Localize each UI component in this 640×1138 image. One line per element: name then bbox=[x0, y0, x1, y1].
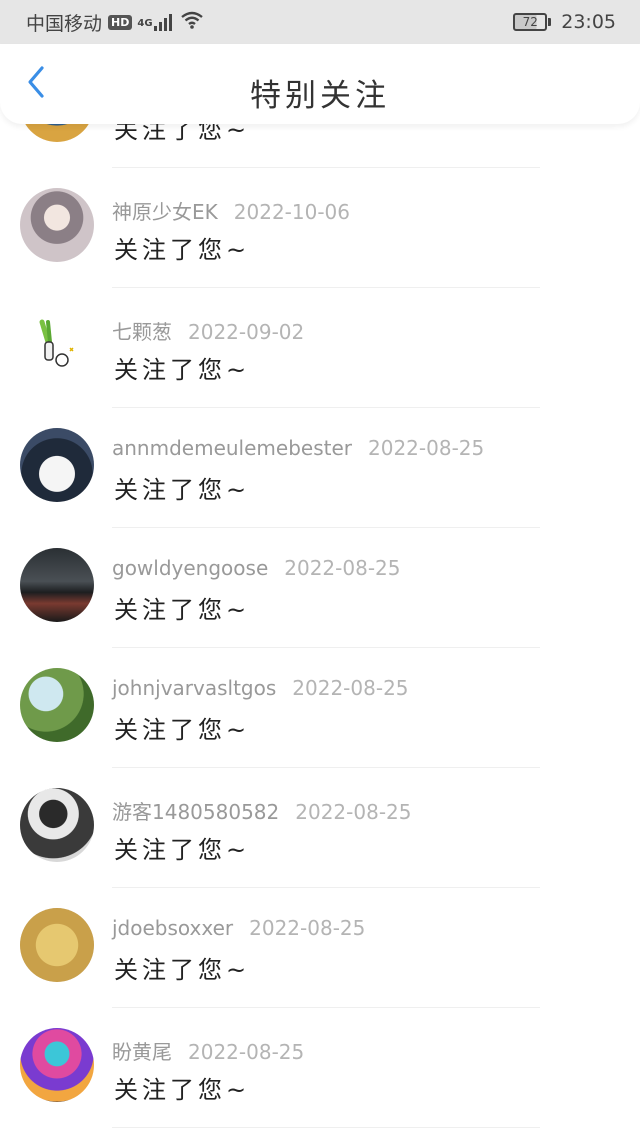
follow-date: 2022-08-25 bbox=[368, 436, 485, 460]
user-name[interactable]: 七颗葱 bbox=[112, 316, 172, 345]
item-message: 关注了您~ bbox=[114, 476, 251, 504]
status-bar: 中国移动 HD 4G 72 23:05 bbox=[0, 0, 640, 44]
item-message: 关注了您~ bbox=[114, 956, 251, 984]
list-item[interactable]: annmdemeulemebester 2022-08-25 关注了您~ bbox=[0, 408, 640, 528]
list-item[interactable]: 七颗葱 2022-09-02 关注了您~ bbox=[0, 288, 640, 408]
list-item[interactable]: 盼黄尾 2022-08-25 关注了您~ bbox=[0, 1008, 640, 1128]
avatar[interactable] bbox=[20, 428, 94, 502]
avatar[interactable] bbox=[20, 908, 94, 982]
follow-date: 2022-08-25 bbox=[188, 1040, 305, 1064]
item-message: 关注了您~ bbox=[114, 356, 251, 384]
list-item[interactable]: jdoebsoxxer 2022-08-25 关注了您~ bbox=[0, 888, 640, 1008]
follow-list: 关注了您~ 神原少女EK 2022-10-06 关注了您~ 七颗葱 2022-0… bbox=[0, 70, 640, 1138]
list-item[interactable]: 神原少女EK 2022-10-06 关注了您~ bbox=[0, 168, 640, 288]
battery-level: 72 bbox=[513, 13, 548, 31]
avatar[interactable] bbox=[20, 548, 94, 622]
list-item[interactable]: 游客1480580582 2022-08-25 关注了您~ bbox=[0, 768, 640, 888]
user-name[interactable]: annmdemeulemebester bbox=[112, 436, 352, 460]
hd-badge: HD bbox=[108, 14, 133, 30]
item-message: 关注了您~ bbox=[114, 236, 251, 264]
carrier-label: 中国移动 bbox=[26, 12, 103, 35]
follow-date: 2022-08-25 bbox=[292, 676, 409, 700]
wifi-icon bbox=[180, 11, 204, 34]
page-title: 特别关注 bbox=[250, 78, 390, 114]
follow-date: 2022-08-25 bbox=[249, 916, 366, 940]
user-name[interactable]: 游客1480580582 bbox=[112, 796, 279, 825]
user-name[interactable]: 盼黄尾 bbox=[112, 1036, 172, 1065]
avatar[interactable] bbox=[20, 788, 94, 862]
avatar[interactable] bbox=[20, 188, 94, 262]
battery-icon: 72 bbox=[513, 13, 552, 31]
avatar[interactable] bbox=[20, 308, 94, 382]
user-name[interactable]: gowldyengoose bbox=[112, 556, 268, 580]
avatar[interactable] bbox=[20, 668, 94, 742]
list-item[interactable]: gowldyengoose 2022-08-25 关注了您~ bbox=[0, 528, 640, 648]
follow-date: 2022-09-02 bbox=[188, 320, 305, 344]
item-message: 关注了您~ bbox=[114, 596, 251, 624]
user-name[interactable]: jdoebsoxxer bbox=[112, 916, 233, 940]
nav-bar: 特别关注 bbox=[0, 44, 640, 124]
user-name[interactable]: johnjvarvasltgos bbox=[112, 676, 276, 700]
scallion-icon bbox=[39, 319, 74, 367]
divider bbox=[112, 1127, 540, 1128]
avatar[interactable] bbox=[20, 1028, 94, 1102]
network-type: 4G bbox=[137, 17, 153, 29]
follow-date: 2022-08-25 bbox=[295, 800, 412, 824]
list-item[interactable]: johnjvarvasltgos 2022-08-25 关注了您~ bbox=[0, 648, 640, 768]
user-name[interactable]: 神原少女EK bbox=[112, 196, 218, 225]
follow-date: 2022-08-25 bbox=[284, 556, 401, 580]
item-message: 关注了您~ bbox=[114, 716, 251, 744]
item-message: 关注了您~ bbox=[114, 1076, 251, 1104]
item-message: 关注了您~ bbox=[114, 836, 251, 864]
signal-icon bbox=[153, 13, 174, 31]
follow-date: 2022-10-06 bbox=[233, 200, 350, 224]
clock: 23:05 bbox=[561, 11, 616, 33]
